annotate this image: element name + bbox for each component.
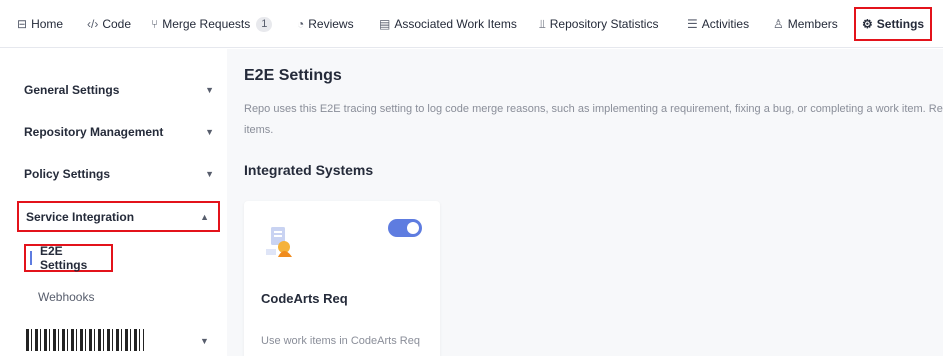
tab-settings-label: Settings [876, 17, 925, 31]
sidebar-group-label: Policy Settings [24, 167, 111, 181]
sidebar-item-label: E2E Settings [39, 244, 88, 272]
integration-enable-toggle[interactable] [388, 219, 422, 237]
card-description: Use work items in CodeArts Req [261, 335, 420, 347]
section-title: Integrated Systems [244, 162, 374, 178]
tab-reviews-label: Reviews [308, 17, 354, 31]
tab-associated-work-items[interactable]: ▤ Associated Work Items [379, 14, 517, 34]
tab-members-label: Members [787, 17, 838, 31]
integration-card-codearts-req: CodeArts Req Use work items in CodeArts … [244, 201, 440, 356]
gear-icon: ⚙ [862, 17, 873, 31]
sidebar-item-label: Webhooks [38, 290, 95, 304]
sidebar-group-general-settings[interactable]: General Settings ▼ [24, 80, 216, 100]
home-icon: ⊟ [17, 17, 28, 31]
page-title: E2E Settings [244, 67, 342, 84]
sidebar-group-label: Service Integration [26, 209, 135, 224]
active-indicator [30, 251, 32, 265]
sidebar-group-service-integration[interactable]: Service Integration ▲ [17, 201, 220, 232]
tab-activities-label: Activities [701, 17, 750, 31]
tab-home[interactable]: ⊟ Home [17, 14, 63, 34]
tab-merge-requests[interactable]: ⑂ Merge Requests 1 [151, 14, 273, 34]
tab-reviews[interactable]: ◔ Reviews [297, 14, 354, 34]
chevron-down-icon: ▼ [205, 127, 214, 137]
main-content: E2E Settings Repo uses this E2E tracing … [227, 49, 943, 356]
page-description: Repo uses this E2E tracing setting to lo… [244, 103, 943, 136]
merge-requests-count-badge: 1 [256, 16, 273, 32]
sidebar-group-label: Repository Management [24, 125, 164, 139]
chevron-down-icon: ▼ [200, 336, 209, 346]
tab-code-label: Code [102, 17, 132, 31]
tab-settings[interactable]: ⚙ Settings [854, 7, 933, 41]
members-icon: ♙ [773, 17, 784, 31]
toggle-knob [407, 222, 419, 234]
top-navigation: ⊟ Home ‹/› Code ⑂ Merge Requests 1 ◔ Rev… [0, 0, 943, 48]
sidebar-group-obscured-chevron[interactable]: ▼ [200, 331, 216, 351]
activities-icon: ☰ [687, 17, 698, 31]
chevron-down-icon: ▼ [205, 169, 214, 179]
obscured-sidebar-item[interactable] [26, 329, 144, 351]
sidebar-group-policy-settings[interactable]: Policy Settings ▼ [24, 164, 216, 184]
sidebar-group-label: General Settings [24, 83, 120, 97]
code-icon: ‹/› [87, 17, 99, 31]
sidebar-item-webhooks[interactable]: Webhooks [38, 290, 94, 304]
tab-merge-requests-label: Merge Requests [162, 17, 251, 31]
chevron-up-icon: ▲ [200, 211, 209, 222]
chevron-down-icon: ▼ [205, 85, 214, 95]
tab-repository-statistics-label: Repository Statistics [549, 17, 659, 31]
sidebar-group-repository-management[interactable]: Repository Management ▼ [24, 122, 216, 142]
tab-members[interactable]: ♙ Members [773, 14, 838, 34]
tab-home-label: Home [31, 17, 64, 31]
tab-code[interactable]: ‹/› Code [87, 14, 131, 34]
settings-sidebar: General Settings ▼ Repository Management… [0, 49, 227, 356]
tab-associated-work-items-label: Associated Work Items [394, 17, 517, 31]
card-title: CodeArts Req [261, 291, 348, 306]
tab-repository-statistics[interactable]: ⫫ Repository Statistics [539, 14, 658, 34]
statistics-icon: ⫫ [539, 16, 546, 31]
merge-request-icon: ⑂ [151, 17, 159, 31]
reviews-icon: ◔ [297, 17, 305, 31]
sidebar-item-e2e-settings[interactable]: E2E Settings [24, 244, 113, 272]
codearts-req-logo-icon [266, 227, 292, 257]
tab-activities[interactable]: ☰ Activities [687, 14, 749, 34]
work-items-icon: ▤ [379, 17, 391, 31]
